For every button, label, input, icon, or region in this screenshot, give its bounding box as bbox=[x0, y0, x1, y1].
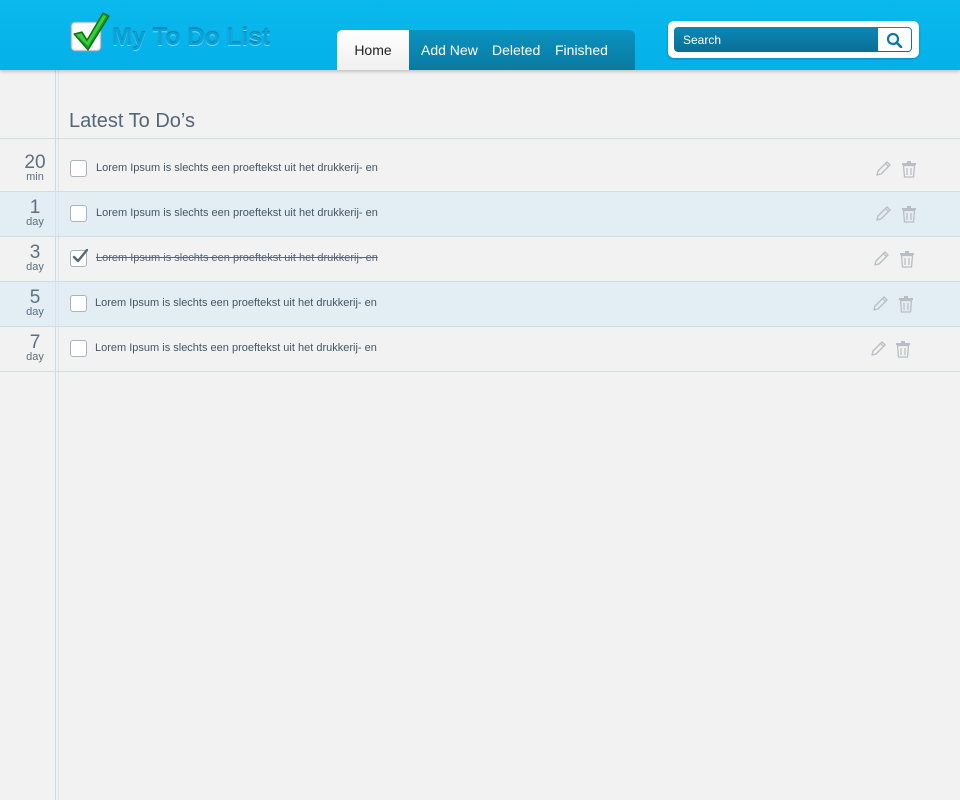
trash-icon[interactable] bbox=[898, 295, 914, 313]
trash-icon[interactable] bbox=[895, 340, 911, 358]
task-checkbox[interactable] bbox=[70, 205, 87, 222]
task-row: 1 day Lorem Ipsum is slechts een proefte… bbox=[0, 192, 960, 237]
task-row: 20 min Lorem Ipsum is slechts een proeft… bbox=[0, 147, 960, 192]
main-nav: Home Add New Deleted Finished bbox=[337, 30, 635, 70]
search-input[interactable] bbox=[674, 27, 870, 52]
due-value: 20 bbox=[24, 152, 46, 173]
search-icon bbox=[886, 32, 903, 48]
pencil-icon[interactable] bbox=[869, 340, 887, 358]
logo[interactable]: My To Do List bbox=[68, 10, 278, 56]
task-checkbox[interactable] bbox=[70, 295, 87, 312]
app-title: My To Do List bbox=[112, 24, 271, 51]
task-row: 7 day Lorem Ipsum is slechts een proefte… bbox=[0, 327, 960, 372]
task-text: Lorem Ipsum is slechts een proeftekst ui… bbox=[95, 342, 377, 354]
trash-icon[interactable] bbox=[901, 205, 917, 223]
task-text: Lorem Ipsum is slechts een proeftekst ui… bbox=[96, 207, 378, 219]
due-value: 1 bbox=[29, 197, 41, 218]
task-text: Lorem Ipsum is slechts een proeftekst ui… bbox=[96, 162, 378, 174]
task-text: Lorem Ipsum is slechts een proeftekst ui… bbox=[96, 252, 378, 264]
task-checkbox[interactable] bbox=[70, 160, 87, 177]
pencil-icon[interactable] bbox=[874, 205, 892, 223]
tab-deleted[interactable]: Deleted bbox=[492, 30, 540, 70]
due-time: 1 day bbox=[0, 192, 55, 236]
checkmark-icon bbox=[72, 249, 88, 263]
search-button[interactable] bbox=[878, 28, 911, 51]
checkmark-logo-icon bbox=[70, 12, 110, 52]
task-row: 5 day Lorem Ipsum is slechts een proefte… bbox=[0, 282, 960, 327]
trash-icon[interactable] bbox=[901, 160, 917, 178]
due-unit: day bbox=[26, 306, 44, 318]
due-unit: min bbox=[26, 171, 44, 183]
due-time: 20 min bbox=[0, 147, 55, 191]
due-time: 5 day bbox=[0, 282, 55, 326]
pencil-icon[interactable] bbox=[871, 295, 889, 313]
due-unit: day bbox=[26, 261, 44, 273]
due-value: 5 bbox=[29, 287, 41, 308]
divider bbox=[0, 138, 960, 139]
due-unit: day bbox=[26, 216, 44, 228]
tab-add-new[interactable]: Add New bbox=[421, 30, 478, 70]
task-text: Lorem Ipsum is slechts een proeftekst ui… bbox=[95, 297, 377, 309]
task-checkbox[interactable] bbox=[70, 340, 87, 357]
due-value: 7 bbox=[29, 332, 41, 353]
search-bar bbox=[668, 21, 919, 58]
tab-home[interactable]: Home bbox=[337, 30, 409, 70]
page-title: Latest To Do’s bbox=[69, 110, 196, 132]
due-time: 7 day bbox=[0, 327, 55, 371]
due-time: 3 day bbox=[0, 237, 55, 281]
header: My To Do List Home Add New Deleted Finis… bbox=[0, 0, 960, 70]
task-checkbox[interactable] bbox=[70, 249, 88, 267]
pencil-icon[interactable] bbox=[872, 250, 890, 268]
tab-finished[interactable]: Finished bbox=[555, 30, 608, 70]
due-value: 3 bbox=[29, 242, 41, 263]
search-box bbox=[674, 27, 912, 52]
trash-icon[interactable] bbox=[899, 250, 915, 268]
task-row: 3 day Lorem Ipsum is slechts een proefte… bbox=[0, 237, 960, 282]
due-unit: day bbox=[26, 351, 44, 363]
pencil-icon[interactable] bbox=[874, 160, 892, 178]
